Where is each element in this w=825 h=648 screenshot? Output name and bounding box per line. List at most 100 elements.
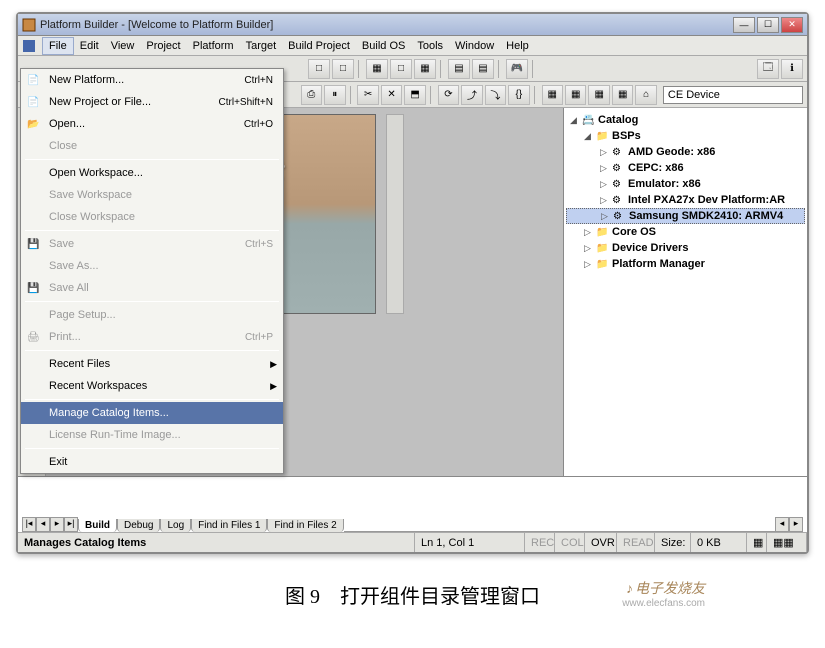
menu-save-all: 💾 Save All xyxy=(21,277,283,299)
close-button[interactable]: ✕ xyxy=(781,17,803,33)
tree-bsp-item-selected[interactable]: ▷ ⚙ Samsung SMDK2410: ARMV4 xyxy=(566,208,805,224)
tab-nav-last[interactable]: ▸| xyxy=(64,517,78,532)
submenu-arrow-icon: ▶ xyxy=(270,359,277,370)
tree-bsp-item[interactable]: ▷ ⚙ Intel PXA27x Dev Platform:AR xyxy=(566,192,805,208)
tool-btn[interactable]: 🗔 xyxy=(757,59,779,79)
expand-icon[interactable]: ▷ xyxy=(584,243,596,254)
collapse-icon[interactable]: ◢ xyxy=(584,131,596,142)
tool-btn[interactable]: □ xyxy=(332,59,354,79)
expand-icon[interactable]: ▷ xyxy=(600,179,612,190)
expand-icon[interactable]: ▷ xyxy=(584,259,596,270)
new-icon: 📄 xyxy=(27,75,45,86)
menu-window[interactable]: Window xyxy=(449,38,500,54)
menu-file[interactable]: File xyxy=(42,37,74,55)
window-controls: — ☐ ✕ xyxy=(733,17,803,33)
menu-new-project[interactable]: 📄 New Project or File... Ctrl+Shift+N xyxy=(21,91,283,113)
tool-btn[interactable]: ⬒ xyxy=(404,85,425,105)
menu-help[interactable]: Help xyxy=(500,38,535,54)
tree-bsps[interactable]: ◢ 📁 BSPs xyxy=(566,128,805,144)
collapse-icon[interactable]: ◢ xyxy=(570,115,582,126)
output-tabs: |◂ ◂ ▸ ▸| Build Debug Log Find in Files … xyxy=(22,514,803,532)
tree-bsp-item[interactable]: ▷ ⚙ CEPC: x86 xyxy=(566,160,805,176)
tab-log[interactable]: Log xyxy=(160,519,191,532)
expand-icon[interactable]: ▷ xyxy=(584,227,596,238)
menu-platform[interactable]: Platform xyxy=(187,38,240,54)
menu-view[interactable]: View xyxy=(105,38,141,54)
menu-build-os[interactable]: Build OS xyxy=(356,38,411,54)
app-icon xyxy=(22,18,36,32)
statusbar: Manages Catalog Items Ln 1, Col 1 REC CO… xyxy=(18,532,807,552)
tool-btn[interactable]: ▦ xyxy=(542,85,563,105)
tool-btn[interactable]: ⟳ xyxy=(438,85,459,105)
tool-btn[interactable]: ⌂ xyxy=(635,85,656,105)
tab-build[interactable]: Build xyxy=(78,519,117,532)
menu-build-project[interactable]: Build Project xyxy=(282,38,356,54)
tab-scroll-right[interactable]: ▸ xyxy=(789,517,803,532)
open-icon: 📂 xyxy=(27,119,45,130)
tree-device-drivers[interactable]: ▷ 📁 Device Drivers xyxy=(566,240,805,256)
menu-edit[interactable]: Edit xyxy=(74,38,105,54)
device-combo[interactable] xyxy=(663,86,803,104)
status-ovr: OVR xyxy=(585,533,617,552)
tree-core-os[interactable]: ▷ 📁 Core OS xyxy=(566,224,805,240)
tool-btn[interactable]: □ xyxy=(308,59,330,79)
tool-btn[interactable]: ✂ xyxy=(357,85,378,105)
menu-project[interactable]: Project xyxy=(140,38,186,54)
tool-btn[interactable]: ▤ xyxy=(448,59,470,79)
tool-btn[interactable]: ⎙ xyxy=(301,85,322,105)
tree-catalog[interactable]: ◢ 📇 Catalog xyxy=(566,112,805,128)
status-position: Ln 1, Col 1 xyxy=(415,533,525,552)
titlebar: Platform Builder - [Welcome to Platform … xyxy=(18,14,807,36)
tab-debug[interactable]: Debug xyxy=(117,519,160,532)
tool-btn[interactable]: ⏸ xyxy=(324,85,345,105)
menu-target[interactable]: Target xyxy=(240,38,283,54)
tool-btn[interactable]: ✕ xyxy=(381,85,402,105)
menu-recent-workspaces[interactable]: Recent Workspaces ▶ xyxy=(21,375,283,397)
menu-tools[interactable]: Tools xyxy=(411,38,449,54)
tab-find2[interactable]: Find in Files 2 xyxy=(267,519,343,532)
tool-btn[interactable]: 🎮 xyxy=(506,59,528,79)
menu-open[interactable]: 📂 Open... Ctrl+O xyxy=(21,113,283,135)
tab-nav-prev[interactable]: ◂ xyxy=(36,517,50,532)
menu-save-as: Save As... xyxy=(21,255,283,277)
tool-btn[interactable]: ℹ xyxy=(781,59,803,79)
tool-btn[interactable]: ▦ xyxy=(414,59,436,79)
tab-nav-next[interactable]: ▸ xyxy=(50,517,64,532)
menu-new-platform[interactable]: 📄 New Platform... Ctrl+N xyxy=(21,69,283,91)
tool-btn[interactable]: ▦ xyxy=(588,85,609,105)
bsp-icon: ⚙ xyxy=(612,179,626,190)
tool-btn[interactable]: ▦ xyxy=(366,59,388,79)
tool-btn[interactable]: ▦ xyxy=(565,85,586,105)
menu-recent-files[interactable]: Recent Files ▶ xyxy=(21,353,283,375)
status-rec: REC xyxy=(525,533,555,552)
tool-btn[interactable]: ⤵ xyxy=(485,85,506,105)
tree-bsp-item[interactable]: ▷ ⚙ AMD Geode: x86 xyxy=(566,144,805,160)
tool-btn[interactable]: {} xyxy=(508,85,529,105)
tool-btn[interactable]: ▤ xyxy=(472,59,494,79)
expand-icon[interactable]: ▷ xyxy=(600,163,612,174)
tree-platform-manager[interactable]: ▷ 📁 Platform Manager xyxy=(566,256,805,272)
watermark-url: www.elecfans.com xyxy=(622,598,705,609)
catalog-panel: ◢ 📇 Catalog ◢ 📁 BSPs ▷ ⚙ AMD Geode: x86 … xyxy=(563,108,807,476)
expand-icon[interactable]: ▷ xyxy=(600,147,612,158)
status-icon: ▦▦ xyxy=(767,533,807,552)
menu-exit[interactable]: Exit xyxy=(21,451,283,473)
expand-icon[interactable]: ▷ xyxy=(600,195,612,206)
menu-page-setup: Page Setup... xyxy=(21,304,283,326)
status-size-label: Size: xyxy=(655,533,691,552)
tool-btn[interactable]: ▦ xyxy=(612,85,633,105)
minimize-button[interactable]: — xyxy=(733,17,755,33)
menu-manage-catalog[interactable]: Manage Catalog Items... xyxy=(21,402,283,424)
status-size-value: 0 KB xyxy=(691,533,747,552)
tab-scroll-left[interactable]: ◂ xyxy=(775,517,789,532)
maximize-button[interactable]: ☐ xyxy=(757,17,779,33)
tool-btn[interactable]: ⤴ xyxy=(461,85,482,105)
expand-icon[interactable]: ▷ xyxy=(601,211,613,222)
tab-find1[interactable]: Find in Files 1 xyxy=(191,519,267,532)
tab-nav-first[interactable]: |◂ xyxy=(22,517,36,532)
menu-open-workspace[interactable]: Open Workspace... xyxy=(21,162,283,184)
print-icon: 🖨 xyxy=(27,332,45,343)
tool-btn[interactable]: □ xyxy=(390,59,412,79)
bsp-icon: ⚙ xyxy=(612,163,626,174)
tree-bsp-item[interactable]: ▷ ⚙ Emulator: x86 xyxy=(566,176,805,192)
